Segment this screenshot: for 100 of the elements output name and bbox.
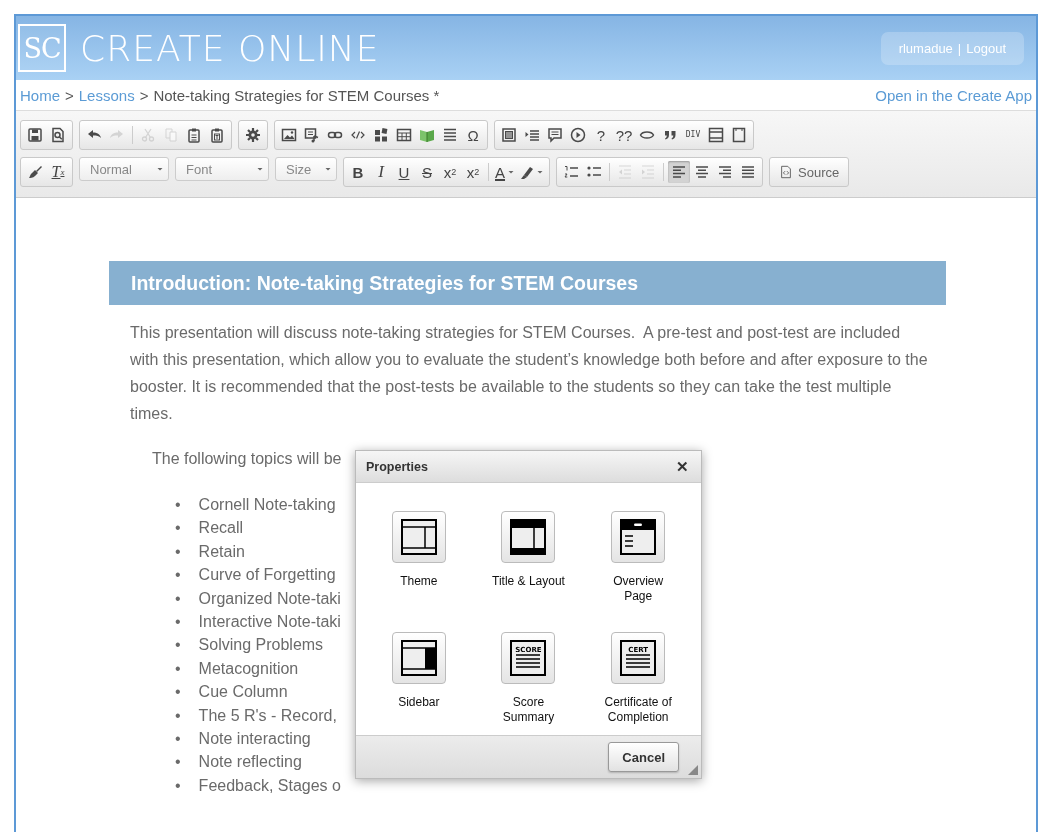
bullet: • bbox=[175, 612, 181, 633]
outdent-icon bbox=[617, 164, 633, 180]
page-magnifier-icon bbox=[50, 127, 66, 143]
option-label: Overview Page bbox=[612, 574, 665, 604]
topic-item: Note interacting bbox=[198, 729, 311, 750]
topic-item: Organized Note-taki bbox=[198, 588, 341, 609]
blocks-icon bbox=[373, 127, 389, 143]
indent-icon bbox=[640, 164, 656, 180]
page-icon bbox=[731, 127, 747, 143]
caret-icon bbox=[507, 168, 515, 176]
image-icon bbox=[281, 127, 297, 143]
intro-paragraph: This presentation will discuss note-taking strategies for STEM Courses. A pre-test and post-test are included with this presentation, which allow you to evaluate the student’s knowledge both before and after exposure to the booster. It is recommended that the post-tests be available to the students so they can take the test multiple times. bbox=[130, 323, 929, 424]
align-center-icon bbox=[694, 164, 710, 180]
bullet: • bbox=[175, 705, 181, 726]
overview-page-icon bbox=[618, 517, 659, 557]
certificate-page-icon bbox=[618, 638, 659, 678]
bullet: • bbox=[175, 588, 181, 609]
format-button[interactable]: ?? bbox=[613, 124, 635, 146]
option-label: Certificate of Completion bbox=[603, 695, 673, 725]
dropdown-value: Size bbox=[286, 161, 312, 177]
topic-item: Interactive Note-taki bbox=[198, 612, 341, 633]
format-button[interactable]: x$^{2}$ bbox=[462, 161, 484, 183]
caret-icon bbox=[536, 168, 544, 176]
breadcrumb-separator: > bbox=[139, 86, 149, 104]
bullet: • bbox=[175, 518, 181, 539]
caret-icon bbox=[256, 165, 264, 173]
topic-item: The 5 R's - Record, bbox=[198, 705, 337, 726]
topic-item: Solving Problems bbox=[198, 635, 324, 656]
caret-icon bbox=[324, 165, 332, 173]
dropdown-value: Font bbox=[186, 161, 212, 177]
template-icon bbox=[501, 127, 517, 143]
underline-button[interactable]: U bbox=[393, 161, 415, 183]
logo-mark: SC bbox=[18, 24, 66, 72]
bullet: • bbox=[175, 635, 181, 656]
topic-item: Cornell Note-taking bbox=[198, 495, 336, 515]
breadcrumb-separator: > bbox=[65, 86, 74, 104]
media-icon bbox=[304, 127, 320, 143]
lines-icon bbox=[442, 127, 458, 143]
speech-bubble-icon bbox=[547, 127, 563, 143]
copy-icon bbox=[163, 127, 179, 143]
section-heading: Introduction: Note-taking Strategies for STEM Courses bbox=[109, 261, 946, 305]
cancel-button[interactable]: Cancel bbox=[608, 742, 679, 772]
format-button[interactable]: Ω bbox=[462, 124, 484, 146]
highlighter-icon bbox=[520, 164, 536, 180]
close-button[interactable]: ✕ bbox=[674, 457, 691, 476]
app-title: CREATE ONLINE bbox=[80, 27, 380, 69]
dropdown-value: Normal bbox=[90, 161, 132, 177]
caret-icon bbox=[156, 165, 164, 173]
align-left-icon bbox=[671, 164, 687, 180]
bulleted-lines-icon bbox=[524, 127, 540, 143]
clipboard-icon bbox=[186, 127, 202, 143]
table-icon bbox=[396, 127, 412, 143]
brush-icon bbox=[27, 164, 43, 180]
justify-icon bbox=[740, 164, 756, 180]
topic-item: Cue Column bbox=[198, 682, 288, 703]
source-button[interactable]: Source bbox=[773, 161, 846, 183]
format-button[interactable]: ? bbox=[590, 124, 612, 146]
settings-icon bbox=[245, 127, 261, 143]
sidebar-layout-icon bbox=[398, 638, 439, 678]
topic-item: Note reflecting bbox=[198, 752, 302, 773]
bullet: • bbox=[175, 565, 181, 586]
topic-item: Metacognition bbox=[198, 658, 299, 679]
bullet: • bbox=[175, 729, 181, 750]
topics-intro: The following topics will be bbox=[152, 449, 342, 469]
book-icon bbox=[419, 127, 435, 143]
dialog-title: Properties bbox=[366, 459, 428, 474]
scissors-icon bbox=[140, 127, 156, 143]
score-page-icon bbox=[508, 638, 549, 678]
user-name: rlumadue bbox=[898, 40, 953, 56]
topic-item: Recall bbox=[198, 518, 244, 539]
numbered-list-icon bbox=[563, 164, 579, 180]
resize-grip-icon bbox=[688, 765, 698, 775]
text-color-letter: A bbox=[495, 163, 505, 181]
bullet: • bbox=[175, 658, 181, 679]
align-right-icon bbox=[717, 164, 733, 180]
option-label: Title & Layout bbox=[491, 574, 566, 589]
topic-item: Curve of Forgetting bbox=[198, 565, 336, 586]
separator: | bbox=[957, 40, 962, 56]
bullet: • bbox=[175, 541, 181, 562]
theme-layout-icon bbox=[398, 517, 439, 557]
bullet: • bbox=[175, 775, 181, 796]
layout-icon bbox=[708, 127, 724, 143]
breadcrumb-current: Note-taking Strategies for STEM Courses * bbox=[153, 86, 440, 104]
bold-button[interactable]: B bbox=[347, 161, 369, 183]
align-left-button[interactable] bbox=[668, 161, 690, 183]
strike-button[interactable]: S bbox=[416, 161, 438, 183]
topic-item: Retain bbox=[198, 541, 245, 562]
text-color-button[interactable]: A bbox=[493, 161, 517, 183]
source-page-icon bbox=[779, 165, 793, 179]
bullet: • bbox=[175, 682, 181, 703]
bullet: • bbox=[175, 752, 181, 773]
clipboard-letter-icon bbox=[209, 127, 225, 143]
bullet: • bbox=[175, 495, 181, 515]
title-layout-icon bbox=[508, 517, 549, 557]
italic-button[interactable]: I bbox=[370, 161, 392, 183]
option-label: Score Summary bbox=[501, 695, 556, 725]
div-button[interactable]: DIV bbox=[682, 124, 704, 146]
option-label: Theme bbox=[399, 574, 439, 589]
play-icon bbox=[570, 127, 586, 143]
topic-item: Feedback, Stages o bbox=[198, 775, 341, 796]
